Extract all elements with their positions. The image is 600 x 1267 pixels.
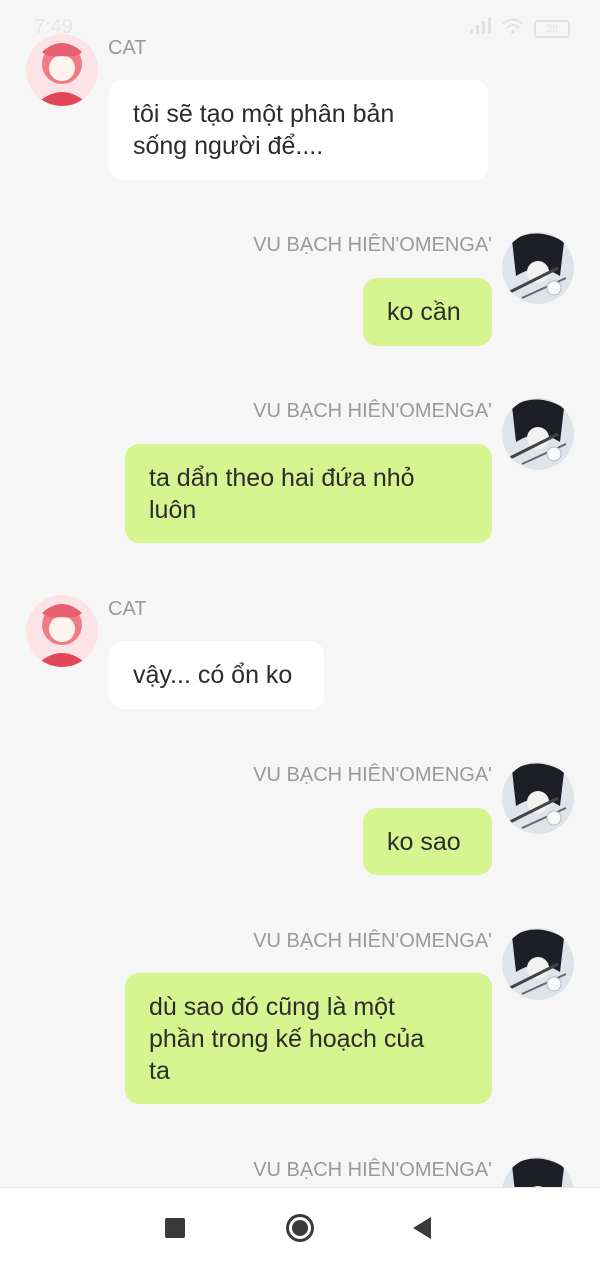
message-text: ta dẩn theo hai đứa nhỏ luôn bbox=[149, 464, 415, 524]
sender-name: VU BẠCH HIÊN'OMENGA' bbox=[253, 764, 492, 786]
message-text: ko cần bbox=[387, 298, 461, 326]
home-icon[interactable] bbox=[284, 1212, 316, 1244]
message-text: dù sao đó cũng là một phần trong kế hoạc… bbox=[149, 993, 425, 1085]
message-text: tôi sẽ tạo một phân bản sống người để...… bbox=[133, 100, 395, 160]
signal-icon bbox=[470, 18, 492, 39]
sender-name: CAT bbox=[108, 37, 147, 59]
sender-name: VU BẠCH HIÊN'OMENGA' bbox=[253, 400, 492, 422]
system-icons: 38 bbox=[470, 18, 570, 39]
vu-avatar-icon[interactable] bbox=[502, 928, 574, 1000]
recent-apps-icon[interactable] bbox=[159, 1212, 191, 1244]
message-bubble[interactable]: ta dẩn theo hai đứa nhỏ luôn bbox=[125, 444, 492, 543]
back-icon[interactable] bbox=[406, 1212, 438, 1244]
message-bubble[interactable]: ko sao bbox=[363, 808, 492, 875]
vu-avatar-icon[interactable] bbox=[502, 398, 574, 470]
message-bubble[interactable]: dù sao đó cũng là một phần trong kế hoạc… bbox=[125, 973, 492, 1104]
message-bubble[interactable]: ko cần bbox=[363, 278, 492, 346]
message-text: ko sao bbox=[387, 828, 461, 856]
navigation-bar bbox=[0, 1187, 600, 1267]
sender-name: VU BẠCH HIÊN'OMENGA' bbox=[253, 1159, 492, 1181]
cat-avatar-icon[interactable] bbox=[26, 34, 98, 106]
message-bubble[interactable]: tôi sẽ tạo một phân bản sống người để...… bbox=[109, 80, 488, 180]
message-text: vậy... có ổn ko bbox=[133, 661, 293, 689]
vu-avatar-icon[interactable] bbox=[502, 232, 574, 304]
sender-name: VU BẠCH HIÊN'OMENGA' bbox=[253, 234, 492, 256]
message-bubble[interactable]: vậy... có ổn ko bbox=[109, 641, 324, 709]
chat-screen: 7:49 38 CAT tôi sẽ tạo một phân bản sống… bbox=[0, 0, 600, 1267]
sender-name: CAT bbox=[108, 598, 147, 620]
battery-icon: 38 bbox=[534, 19, 570, 38]
wifi-icon bbox=[502, 18, 524, 39]
sender-name: VU BẠCH HIÊN'OMENGA' bbox=[253, 930, 492, 952]
cat-avatar-icon[interactable] bbox=[26, 595, 98, 667]
vu-avatar-icon[interactable] bbox=[502, 762, 574, 834]
